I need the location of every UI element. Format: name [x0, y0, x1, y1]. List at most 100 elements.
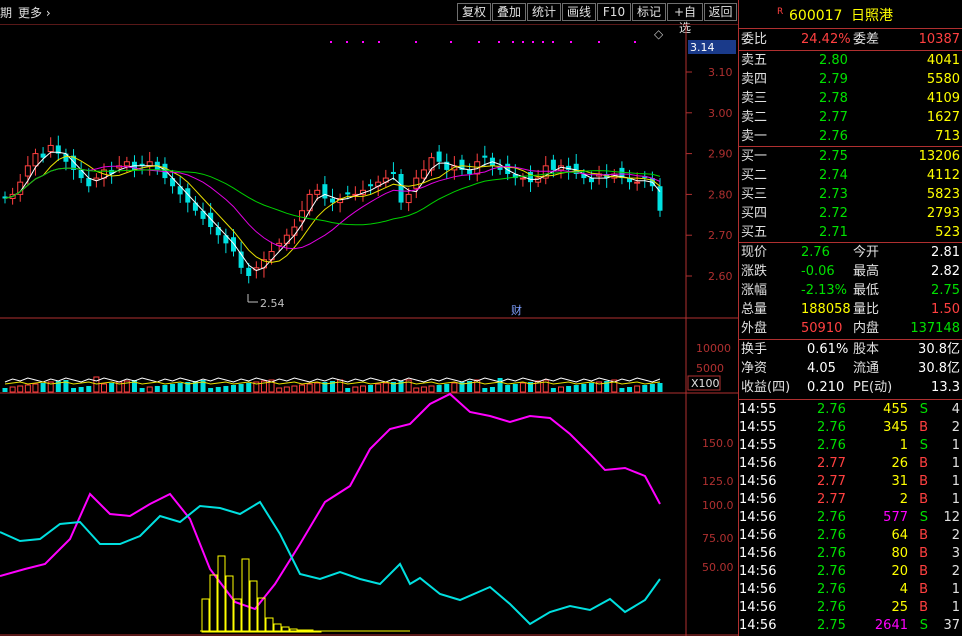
candle-body[interactable] — [299, 210, 306, 222]
finance-marker[interactable]: 财 — [511, 303, 522, 317]
event-dot[interactable] — [634, 41, 636, 43]
volume-bar[interactable] — [246, 383, 252, 392]
candle-body[interactable] — [420, 169, 427, 179]
tick-row[interactable]: 14:56 2.76 80 B 3 — [739, 545, 962, 563]
volume-bar[interactable] — [420, 386, 427, 393]
volume-bar[interactable] — [382, 382, 389, 393]
volume-bar[interactable] — [71, 388, 77, 392]
candle-body[interactable] — [146, 161, 153, 167]
ask-row[interactable]: 卖二 2.77 1627 — [739, 109, 962, 127]
candle-body[interactable] — [467, 169, 473, 174]
tick-row[interactable]: 14:56 2.77 2 B 1 — [739, 491, 962, 509]
volume-bar[interactable] — [482, 388, 488, 392]
volume-bar[interactable] — [428, 385, 435, 393]
tick-row[interactable]: 14:56 2.76 20 B 2 — [739, 563, 962, 581]
candle-body[interactable] — [398, 174, 404, 203]
volume-bar[interactable] — [177, 383, 183, 392]
volume-bar[interactable] — [215, 387, 221, 392]
candle-body[interactable] — [32, 153, 39, 167]
event-dot[interactable] — [378, 41, 380, 43]
volume-bar[interactable] — [306, 383, 313, 393]
candle-body[interactable] — [185, 188, 191, 203]
volume-bar[interactable] — [299, 384, 306, 393]
volume-bar[interactable] — [444, 384, 450, 392]
tick-row[interactable]: 14:55 2.76 1 S 1 — [739, 437, 962, 455]
candle-body[interactable] — [550, 159, 556, 170]
quote-row[interactable]: 总量 188058 量比 1.50 — [739, 301, 962, 319]
volume-bar[interactable] — [566, 386, 572, 392]
event-dot[interactable] — [362, 41, 364, 43]
volume-bar[interactable] — [40, 383, 46, 392]
volume-bar[interactable] — [627, 387, 633, 392]
volume-bar[interactable] — [9, 386, 16, 393]
candle-body[interactable] — [368, 184, 374, 187]
candle-body[interactable] — [24, 165, 31, 177]
tick-row[interactable]: 14:56 2.75 2641 S 37 — [739, 617, 962, 635]
quote-row[interactable]: 涨跌 -0.06 最高 2.82 — [739, 263, 962, 281]
volume-bar[interactable] — [451, 382, 458, 393]
candle-body[interactable] — [482, 155, 488, 158]
event-dot[interactable] — [532, 41, 534, 43]
volume-bar[interactable] — [497, 378, 503, 392]
volume-bar[interactable] — [24, 384, 31, 393]
candle-body[interactable] — [519, 177, 526, 180]
fuquan-button[interactable]: 复权 — [457, 3, 491, 21]
candle-body[interactable] — [588, 178, 594, 183]
volume-bar[interactable] — [2, 388, 8, 392]
more-menu[interactable]: 更多 › — [18, 4, 51, 21]
event-dot[interactable] — [415, 41, 417, 43]
volume-bar[interactable] — [291, 385, 298, 393]
quote-row[interactable]: 现价 2.76 今开 2.81 — [739, 244, 962, 262]
candle-body[interactable] — [314, 189, 321, 195]
bid-row[interactable]: 买五 2.71 523 — [739, 224, 962, 242]
volume-bar[interactable] — [352, 386, 359, 393]
candle-body[interactable] — [47, 144, 54, 153]
ask-row[interactable]: 卖四 2.79 5580 — [739, 71, 962, 89]
quote-row[interactable]: 涨幅 -2.13% 最低 2.75 — [739, 282, 962, 300]
volume-bar[interactable] — [642, 385, 648, 392]
candle-body[interactable] — [634, 181, 641, 184]
volume-bar[interactable] — [230, 385, 236, 392]
volume-bar[interactable] — [86, 386, 92, 392]
volume-bar[interactable] — [276, 387, 283, 393]
candle-body[interactable] — [208, 212, 214, 228]
fundamentals-row[interactable]: 净资 4.05 流通 30.8亿 — [739, 360, 962, 378]
volume-bar[interactable] — [109, 383, 115, 392]
candle-body[interactable] — [246, 267, 252, 276]
volume-bar[interactable] — [238, 384, 244, 392]
candle-body[interactable] — [322, 184, 328, 199]
volume-bar[interactable] — [649, 384, 655, 392]
volume-bar[interactable] — [368, 385, 374, 392]
volume-bar[interactable] — [375, 383, 382, 393]
volume-bar[interactable] — [101, 383, 108, 393]
volume-bar[interactable] — [170, 384, 176, 392]
volume-bar[interactable] — [17, 385, 24, 393]
mark-button[interactable]: 标记 — [632, 3, 666, 21]
volume-bar[interactable] — [634, 385, 641, 393]
volume-bar[interactable] — [146, 386, 153, 393]
candle-body[interactable] — [162, 163, 168, 179]
bid-row[interactable]: 买一 2.75 13206 — [739, 148, 962, 166]
volume-bar[interactable] — [489, 387, 495, 392]
event-dot[interactable] — [598, 41, 600, 43]
quote-row[interactable]: 外盘 50910 内盘 137148 — [739, 320, 962, 338]
volume-bar[interactable] — [359, 385, 366, 393]
volume-bar[interactable] — [573, 385, 579, 392]
candle-body[interactable] — [230, 237, 236, 252]
volume-bar[interactable] — [557, 386, 564, 393]
event-dot[interactable] — [512, 41, 514, 43]
volume-bar[interactable] — [139, 388, 145, 392]
candle-body[interactable] — [86, 178, 92, 187]
back-button[interactable]: 返回 — [704, 3, 737, 21]
event-dot[interactable] — [570, 41, 572, 43]
tick-row[interactable]: 14:55 2.76 455 S 4 — [739, 401, 962, 419]
tick-row[interactable]: 14:56 2.76 4 B 1 — [739, 581, 962, 599]
overlay-button[interactable]: 叠加 — [492, 3, 526, 21]
volume-bar[interactable] — [505, 385, 511, 392]
volume-bar[interactable] — [550, 388, 556, 392]
event-dot[interactable] — [522, 41, 524, 43]
tick-row[interactable]: 14:56 2.77 31 B 1 — [739, 473, 962, 491]
stats-button[interactable]: 统计 — [527, 3, 561, 21]
volume-bar[interactable] — [314, 382, 321, 393]
f10-button[interactable]: F10 — [597, 3, 631, 21]
